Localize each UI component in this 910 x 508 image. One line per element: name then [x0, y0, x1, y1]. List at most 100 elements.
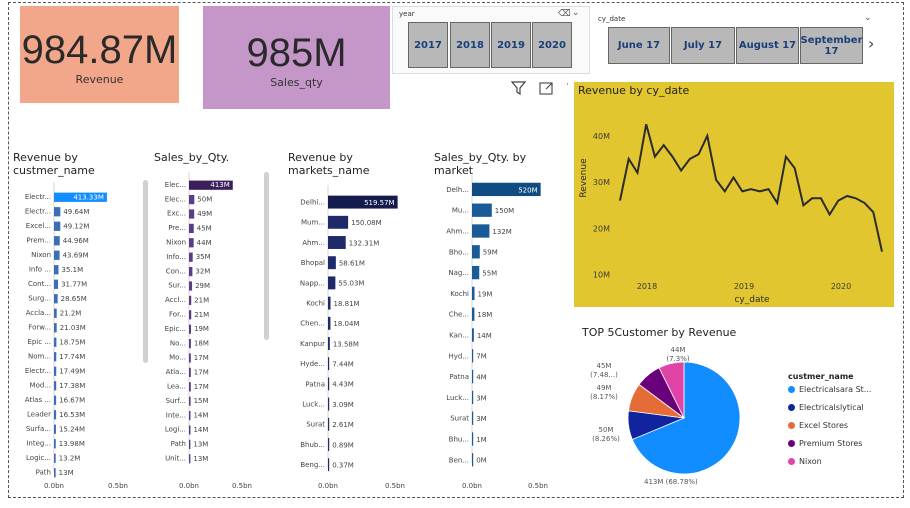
- bar[interactable]: [54, 439, 56, 449]
- bar[interactable]: [328, 458, 330, 472]
- legend-item[interactable]: Nixon: [788, 457, 822, 466]
- bar[interactable]: [328, 438, 330, 451]
- bar[interactable]: [54, 366, 57, 376]
- bar[interactable]: [189, 281, 193, 291]
- bar[interactable]: [328, 276, 336, 290]
- date-option-september[interactable]: September 17: [800, 27, 863, 64]
- bar[interactable]: [54, 323, 57, 333]
- bar[interactable]: [472, 453, 474, 467]
- revenue-line[interactable]: [619, 123, 883, 252]
- scrollbar[interactable]: [143, 180, 148, 363]
- bar[interactable]: [472, 432, 474, 446]
- sales-qty-label: Sales_qty: [270, 76, 323, 89]
- chevron-down-icon[interactable]: ⌄: [572, 8, 580, 18]
- bar[interactable]: [472, 265, 480, 280]
- category-label: Surg...: [28, 294, 51, 302]
- bar[interactable]: [472, 286, 475, 301]
- year-slicer-label: year: [399, 10, 415, 18]
- bar[interactable]: [472, 307, 475, 321]
- data-label: 58.61M: [339, 260, 365, 268]
- year-option-2020[interactable]: 2020: [532, 22, 572, 68]
- bar[interactable]: [189, 338, 191, 349]
- bar[interactable]: [328, 377, 330, 391]
- bar[interactable]: [189, 266, 193, 277]
- year-option-2018[interactable]: 2018: [450, 22, 490, 68]
- focus-mode-icon[interactable]: [539, 81, 554, 95]
- bar[interactable]: [54, 468, 56, 478]
- bar[interactable]: [472, 245, 480, 259]
- bar[interactable]: [54, 265, 59, 275]
- bar[interactable]: [54, 424, 56, 434]
- bar[interactable]: [189, 194, 195, 205]
- bar[interactable]: [189, 396, 191, 406]
- bar[interactable]: [328, 417, 330, 431]
- date-option-august[interactable]: August 17: [736, 27, 799, 64]
- chevron-right-icon[interactable]: ›: [868, 34, 874, 53]
- bar[interactable]: [54, 337, 57, 347]
- bar[interactable]: [328, 337, 330, 350]
- bar[interactable]: [189, 238, 194, 248]
- bar[interactable]: [54, 381, 57, 391]
- bar[interactable]: [328, 397, 330, 411]
- filter-icon[interactable]: [511, 81, 526, 95]
- category-label: Atlas ...: [25, 396, 51, 404]
- more-options-icon[interactable]: ·: [566, 80, 569, 90]
- bar[interactable]: [472, 203, 492, 217]
- bar[interactable]: [472, 390, 474, 405]
- bar[interactable]: [189, 209, 195, 219]
- bar[interactable]: [189, 252, 193, 262]
- bar[interactable]: [189, 310, 192, 320]
- bar[interactable]: [328, 215, 349, 229]
- data-label: 18.81M: [334, 300, 360, 308]
- legend-item[interactable]: Electricalslytical: [788, 403, 864, 412]
- category-label: Mo...: [169, 354, 186, 362]
- bar[interactable]: [472, 369, 474, 384]
- bar[interactable]: [472, 224, 490, 238]
- eraser-icon[interactable]: ⌫: [558, 9, 571, 19]
- date-option-july[interactable]: July 17: [671, 27, 735, 64]
- bar[interactable]: [54, 352, 57, 362]
- bar[interactable]: [328, 256, 336, 270]
- bar[interactable]: [54, 250, 60, 260]
- bar[interactable]: [189, 425, 191, 435]
- year-option-2019[interactable]: 2019: [491, 22, 531, 68]
- revenue-label: Revenue: [75, 73, 124, 86]
- bar[interactable]: [189, 410, 191, 421]
- bar[interactable]: [54, 294, 58, 304]
- data-label: 45M: [197, 224, 212, 232]
- bar[interactable]: [189, 295, 192, 306]
- bar[interactable]: [189, 382, 191, 392]
- bar[interactable]: [472, 328, 474, 342]
- bar[interactable]: [54, 395, 57, 405]
- bar[interactable]: [54, 221, 61, 231]
- legend-item[interactable]: Electricalsara St...: [788, 385, 871, 394]
- bar[interactable]: [54, 410, 57, 420]
- date-option-june[interactable]: June 17: [608, 27, 670, 64]
- bar[interactable]: [54, 453, 56, 463]
- x-tick-label: 2019: [734, 282, 754, 291]
- bar[interactable]: [189, 367, 191, 378]
- bar[interactable]: [472, 411, 474, 425]
- bar[interactable]: [54, 279, 59, 289]
- bar[interactable]: [189, 439, 191, 450]
- bar[interactable]: [189, 223, 194, 234]
- bar[interactable]: [189, 353, 191, 363]
- bar[interactable]: [328, 296, 331, 310]
- legend-item[interactable]: Excel Stores: [788, 421, 848, 430]
- x-tick-label: 2020: [831, 282, 851, 291]
- year-option-2017[interactable]: 2017: [408, 22, 448, 68]
- category-label: Logi...: [165, 426, 186, 434]
- legend-swatch: [788, 404, 795, 411]
- bar[interactable]: [328, 316, 331, 330]
- bar[interactable]: [54, 308, 57, 318]
- legend-item[interactable]: Premium Stores: [788, 439, 862, 448]
- bar[interactable]: [328, 357, 330, 371]
- bar[interactable]: [189, 324, 192, 334]
- bar[interactable]: [189, 454, 191, 464]
- bar[interactable]: [328, 236, 346, 249]
- chevron-down-icon[interactable]: ⌄: [864, 13, 872, 23]
- scrollbar[interactable]: [264, 172, 269, 340]
- bar[interactable]: [54, 236, 60, 246]
- bar[interactable]: [54, 207, 61, 217]
- bar[interactable]: [472, 349, 474, 363]
